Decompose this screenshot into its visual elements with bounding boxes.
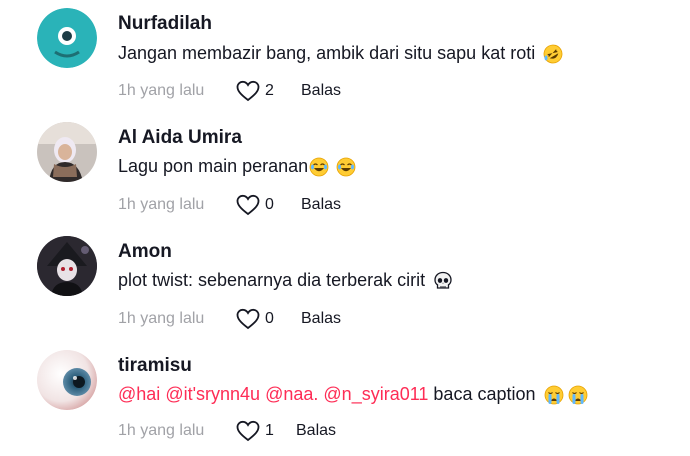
comment-meta: 1h yang lalu 1 Balas xyxy=(118,420,336,442)
skull-emoji-icon xyxy=(434,271,452,289)
comment-time: 1h yang lalu xyxy=(118,310,205,327)
sob-emoji-icon xyxy=(568,385,587,404)
sob-emoji-icon xyxy=(544,385,563,404)
comment-time: 1h yang lalu xyxy=(118,82,205,99)
user-photo-avatar-icon xyxy=(37,122,97,182)
comment-username[interactable]: Al Aida Umira xyxy=(118,127,242,149)
eyeball-avatar-icon xyxy=(37,350,97,410)
reply-button[interactable]: Balas xyxy=(301,82,341,100)
comment-body: baca caption xyxy=(433,384,536,404)
comment-item: Nurfadilah Jangan membazir bang, ambik d… xyxy=(0,0,690,114)
comment-text: Lagu pon main peranan xyxy=(118,156,356,177)
anime-avatar-icon xyxy=(37,236,97,296)
comment-item: tiramisu @hai @it'srynn4u @naa. @n_syira… xyxy=(0,342,690,456)
comment-username[interactable]: Nurfadilah xyxy=(118,13,212,35)
heart-icon[interactable] xyxy=(236,420,260,442)
rofl-emoji-icon xyxy=(543,44,563,63)
comment-body: Jangan membazir bang, ambik dari situ sa… xyxy=(118,43,536,63)
comment-time: 1h yang lalu xyxy=(118,422,205,439)
heart-icon[interactable] xyxy=(236,308,260,330)
avatar[interactable] xyxy=(37,122,97,182)
comment-text: Jangan membazir bang, ambik dari situ sa… xyxy=(118,43,563,64)
comment-username[interactable]: Amon xyxy=(118,241,172,263)
heart-icon[interactable] xyxy=(236,80,260,102)
reply-button[interactable]: Balas xyxy=(301,310,341,328)
comment-text: plot twist: sebenarnya dia terberak ciri… xyxy=(118,270,453,291)
mention-link[interactable]: @naa. xyxy=(265,384,318,405)
like-count: 0 xyxy=(265,310,274,327)
comment-time: 1h yang lalu xyxy=(118,196,205,213)
avatar[interactable] xyxy=(37,236,97,296)
mention-link[interactable]: @it'srynn4u xyxy=(165,384,260,405)
reply-button[interactable]: Balas xyxy=(296,422,336,440)
like-count: 0 xyxy=(265,196,274,213)
comment-item: Amon plot twist: sebenarnya dia terberak… xyxy=(0,228,690,342)
comment-username[interactable]: tiramisu xyxy=(118,355,192,377)
joy-emoji-icon xyxy=(309,157,329,176)
like-count: 2 xyxy=(265,82,274,99)
comment-body: plot twist: sebenarnya dia terberak ciri… xyxy=(118,270,426,290)
like-count: 1 xyxy=(265,422,274,439)
avatar[interactable] xyxy=(37,8,97,68)
comment-meta: 1h yang lalu 0 Balas xyxy=(118,194,341,216)
comment-text: @hai @it'srynn4u @naa. @n_syira011 baca … xyxy=(118,384,588,405)
mention-link[interactable]: @hai xyxy=(118,384,160,405)
reply-button[interactable]: Balas xyxy=(301,196,341,214)
avatar[interactable] xyxy=(37,350,97,410)
joy-emoji-icon xyxy=(336,157,356,176)
comment-meta: 1h yang lalu 2 Balas xyxy=(118,80,341,102)
comment-meta: 1h yang lalu 0 Balas xyxy=(118,308,341,330)
heart-icon[interactable] xyxy=(236,194,260,216)
mention-link[interactable]: @n_syira011 xyxy=(323,384,428,405)
comment-body: Lagu pon main peranan xyxy=(118,156,309,176)
comment-item: Al Aida Umira Lagu pon main peranan 1h y… xyxy=(0,114,690,228)
monster-avatar-icon xyxy=(37,8,97,68)
